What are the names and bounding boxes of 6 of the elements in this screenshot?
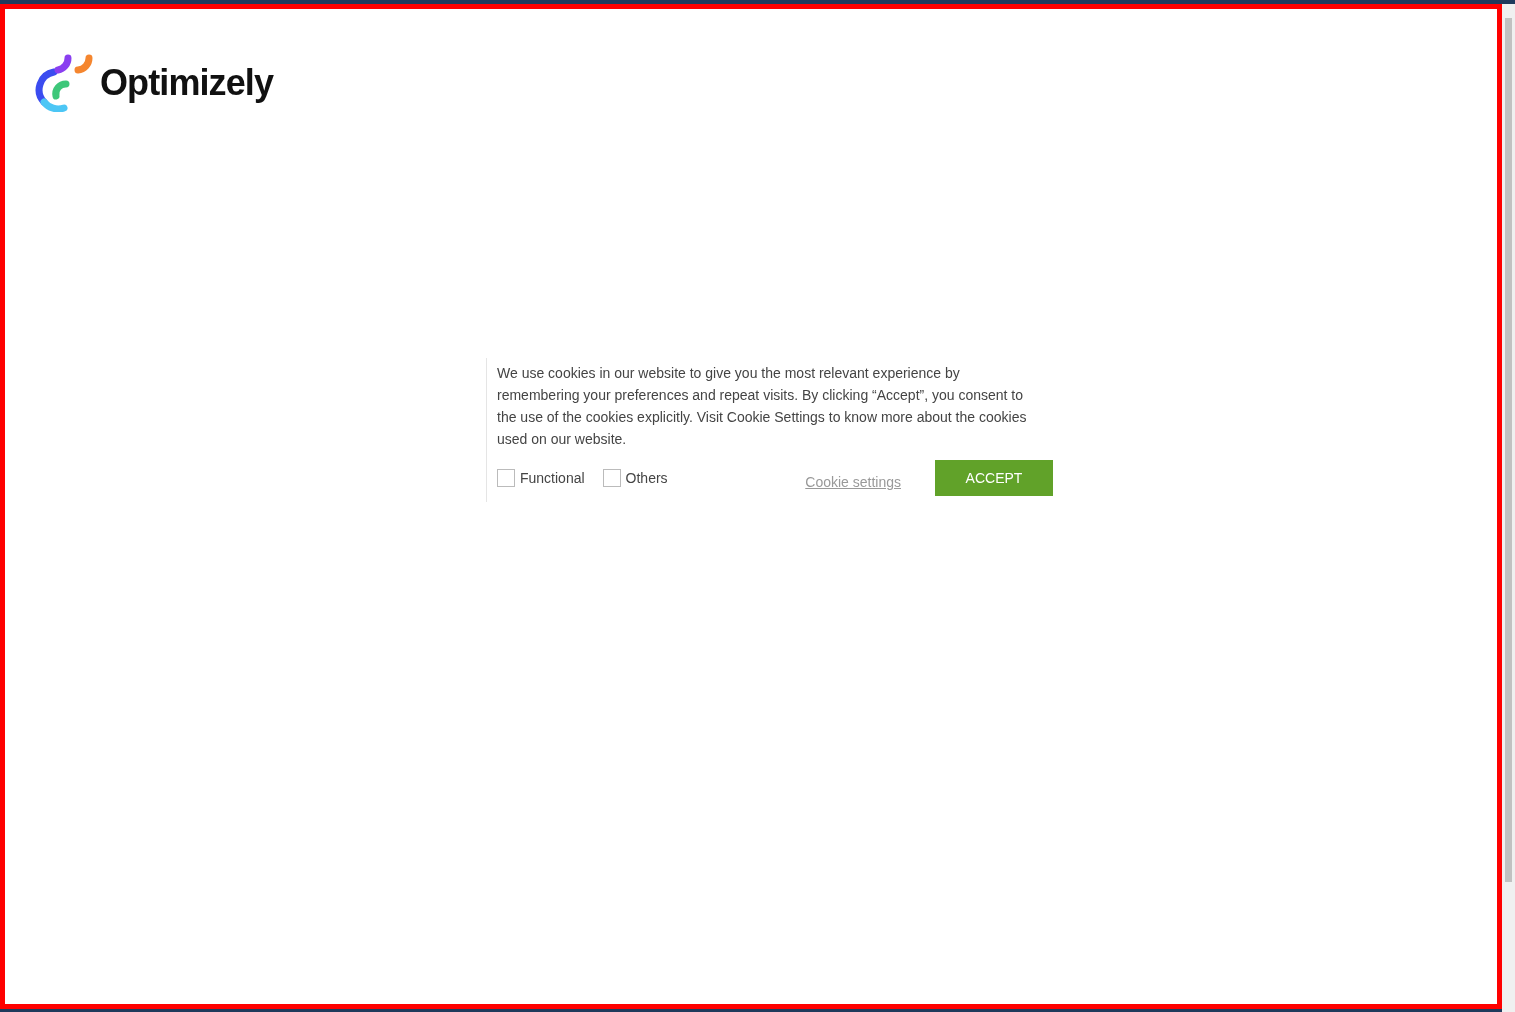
- cookie-checkbox[interactable]: Functional: [497, 467, 585, 489]
- cookie-message: We use cookies in our website to give you the most relevant experience by remembering your preferences and repeat visits. By clicking “Accept”, you consent to the use of the cookies explicitly. Visit Cookie Settings to know more about the cookies used on our website.: [497, 364, 1028, 449]
- logo-text: Optimizely: [100, 61, 274, 105]
- scrollbar[interactable]: [1502, 4, 1515, 1012]
- logo-icon: [34, 54, 94, 112]
- cookie-checkbox[interactable]: Others: [602, 467, 668, 489]
